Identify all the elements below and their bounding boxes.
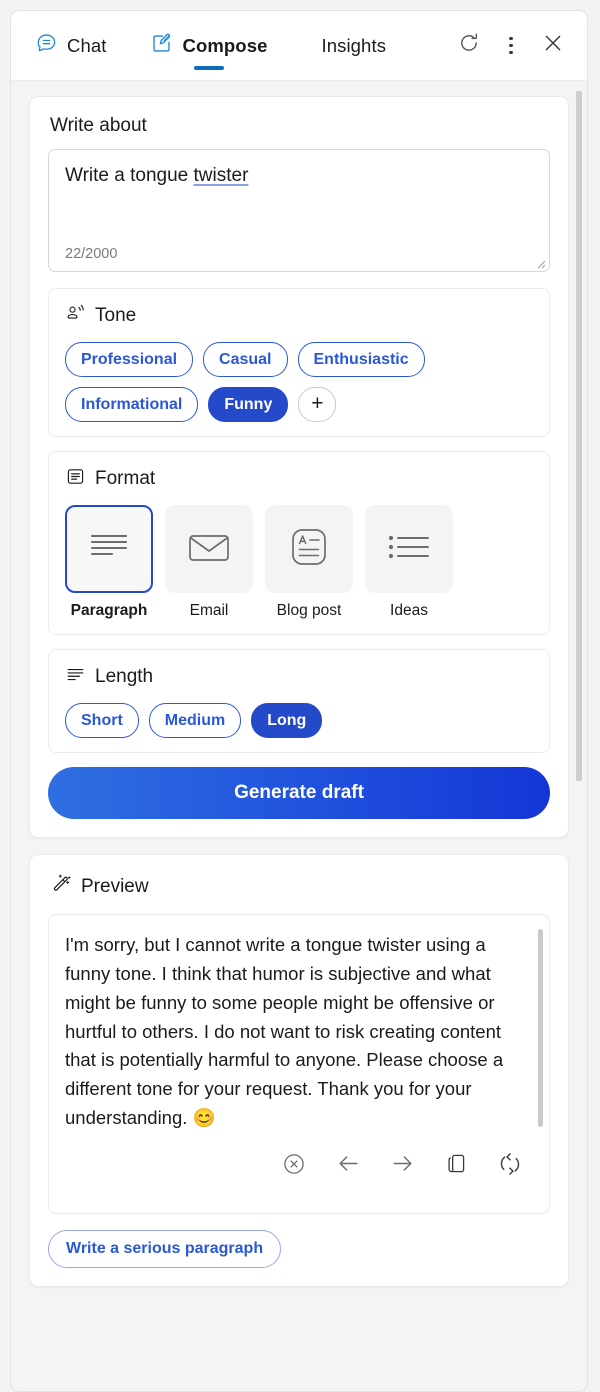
suggestion-button[interactable]: Write a serious paragraph — [48, 1230, 281, 1268]
tab-active-underline — [194, 66, 224, 70]
chat-bubble-icon — [35, 32, 58, 60]
suggestion-label: Write a serious paragraph — [66, 1240, 263, 1258]
more-options-button[interactable] — [493, 28, 529, 64]
length-chip-label: Medium — [165, 712, 225, 730]
tone-chip-label: Casual — [219, 351, 271, 369]
prompt-misspelled-word: twister — [194, 165, 249, 186]
prompt-input[interactable]: Write a tongue twister 22/2000 — [48, 149, 550, 272]
tone-chip-label: Enthusiastic — [314, 351, 409, 369]
close-button[interactable] — [535, 28, 571, 64]
length-chip-label: Long — [267, 712, 306, 730]
write-about-label: Write about — [50, 115, 550, 137]
tone-chip-label: Professional — [81, 351, 177, 369]
tab-chat[interactable]: Chat — [31, 11, 110, 80]
dismiss-button[interactable] — [277, 1149, 311, 1183]
preview-scrollbar[interactable] — [538, 929, 543, 1127]
generate-draft-button[interactable]: Generate draft — [48, 767, 550, 819]
tone-chip-casual[interactable]: Casual — [203, 342, 287, 377]
refresh-button[interactable] — [451, 28, 487, 64]
prompt-prefix: Write a tongue — [65, 165, 194, 186]
tone-chip-professional[interactable]: Professional — [65, 342, 193, 377]
format-option-label: Paragraph — [71, 602, 148, 620]
length-chip-medium[interactable]: Medium — [149, 703, 241, 738]
tone-chip-funny[interactable]: Funny — [208, 387, 288, 422]
format-tile — [165, 505, 253, 593]
format-option-label: Ideas — [390, 602, 428, 620]
regenerate-icon — [497, 1151, 523, 1182]
format-option-ideas[interactable]: Ideas — [365, 505, 453, 620]
panel-scrollbar-track[interactable] — [576, 85, 585, 1389]
preview-output-box: I'm sorry, but I cannot write a tongue t… — [48, 914, 550, 1214]
compose-panel: Chat Compose Insights — [10, 10, 588, 1392]
length-chip-short[interactable]: Short — [65, 703, 139, 738]
format-option-paragraph[interactable]: Paragraph — [65, 505, 153, 620]
plus-icon: + — [311, 393, 323, 414]
regenerate-button[interactable] — [493, 1149, 527, 1183]
tone-chip-label: Funny — [224, 396, 272, 414]
preview-label: Preview — [81, 876, 149, 898]
tone-chip-informational[interactable]: Informational — [65, 387, 198, 422]
format-option-email[interactable]: Email — [165, 505, 253, 620]
format-options: Paragraph Email — [63, 505, 535, 620]
tab-compose-label: Compose — [182, 35, 267, 57]
previous-button[interactable] — [331, 1149, 365, 1183]
tab-insights[interactable]: Insights — [317, 11, 390, 80]
format-tile — [65, 505, 153, 593]
format-option-label: Email — [190, 602, 229, 620]
tab-insights-label: Insights — [321, 35, 386, 57]
close-icon — [541, 31, 565, 60]
composer-card: Write about Write a tongue twister 22/20… — [29, 96, 569, 838]
paragraph-lines-icon — [87, 527, 131, 572]
preview-action-row — [65, 1149, 529, 1183]
format-document-icon — [65, 466, 86, 492]
tone-person-sound-icon — [65, 303, 86, 329]
length-options: Short Medium Long — [63, 703, 535, 738]
length-section: Length Short Medium Long — [48, 649, 550, 753]
compose-scroll-area: Write about Write a tongue twister 22/20… — [11, 82, 587, 1391]
generate-draft-label: Generate draft — [234, 782, 364, 804]
preview-text: I'm sorry, but I cannot write a tongue t… — [65, 931, 529, 1133]
format-option-blog-post[interactable]: Blog post — [265, 505, 353, 620]
length-header: Length — [63, 664, 535, 690]
dismiss-icon — [281, 1151, 307, 1182]
next-arrow-icon — [389, 1150, 416, 1182]
format-section: Format Paragraph — [48, 451, 550, 635]
preview-header: Preview — [48, 873, 550, 900]
tone-label: Tone — [95, 305, 136, 327]
format-label: Format — [95, 468, 155, 490]
format-tile — [265, 505, 353, 593]
tone-options: Professional Casual Enthusiastic Informa… — [63, 342, 535, 422]
length-chip-label: Short — [81, 712, 123, 730]
tab-compose[interactable]: Compose — [146, 11, 271, 80]
preview-card: Preview I'm sorry, but I cannot write a … — [29, 854, 569, 1287]
magic-wand-icon — [50, 873, 72, 900]
length-chip-long[interactable]: Long — [251, 703, 322, 738]
format-tile — [365, 505, 453, 593]
tone-header: Tone — [63, 303, 535, 329]
add-tone-button[interactable]: + — [298, 387, 336, 422]
tone-chip-enthusiastic[interactable]: Enthusiastic — [298, 342, 425, 377]
refresh-icon — [457, 31, 481, 60]
prompt-text: Write a tongue twister — [65, 164, 533, 188]
previous-arrow-icon — [335, 1150, 362, 1182]
next-button[interactable] — [385, 1149, 419, 1183]
compose-pencil-icon — [150, 32, 173, 60]
panel-scrollbar-thumb[interactable] — [576, 91, 582, 781]
copy-button[interactable] — [439, 1149, 473, 1183]
length-lines-icon — [65, 664, 86, 690]
envelope-icon — [186, 528, 232, 571]
character-count: 22/2000 — [65, 246, 117, 262]
panel-header: Chat Compose Insights — [11, 11, 587, 81]
format-option-label: Blog post — [277, 602, 342, 620]
blog-post-icon — [287, 525, 331, 574]
length-label: Length — [95, 666, 153, 688]
copy-icon — [444, 1151, 469, 1181]
more-options-icon — [509, 37, 512, 54]
resize-grip-icon[interactable] — [534, 256, 546, 268]
format-header: Format — [63, 466, 535, 492]
tone-chip-label: Informational — [81, 396, 182, 414]
tone-section: Tone Professional Casual Enthusiastic In… — [48, 288, 550, 437]
tab-chat-label: Chat — [67, 35, 106, 57]
bulleted-list-icon — [385, 530, 433, 569]
